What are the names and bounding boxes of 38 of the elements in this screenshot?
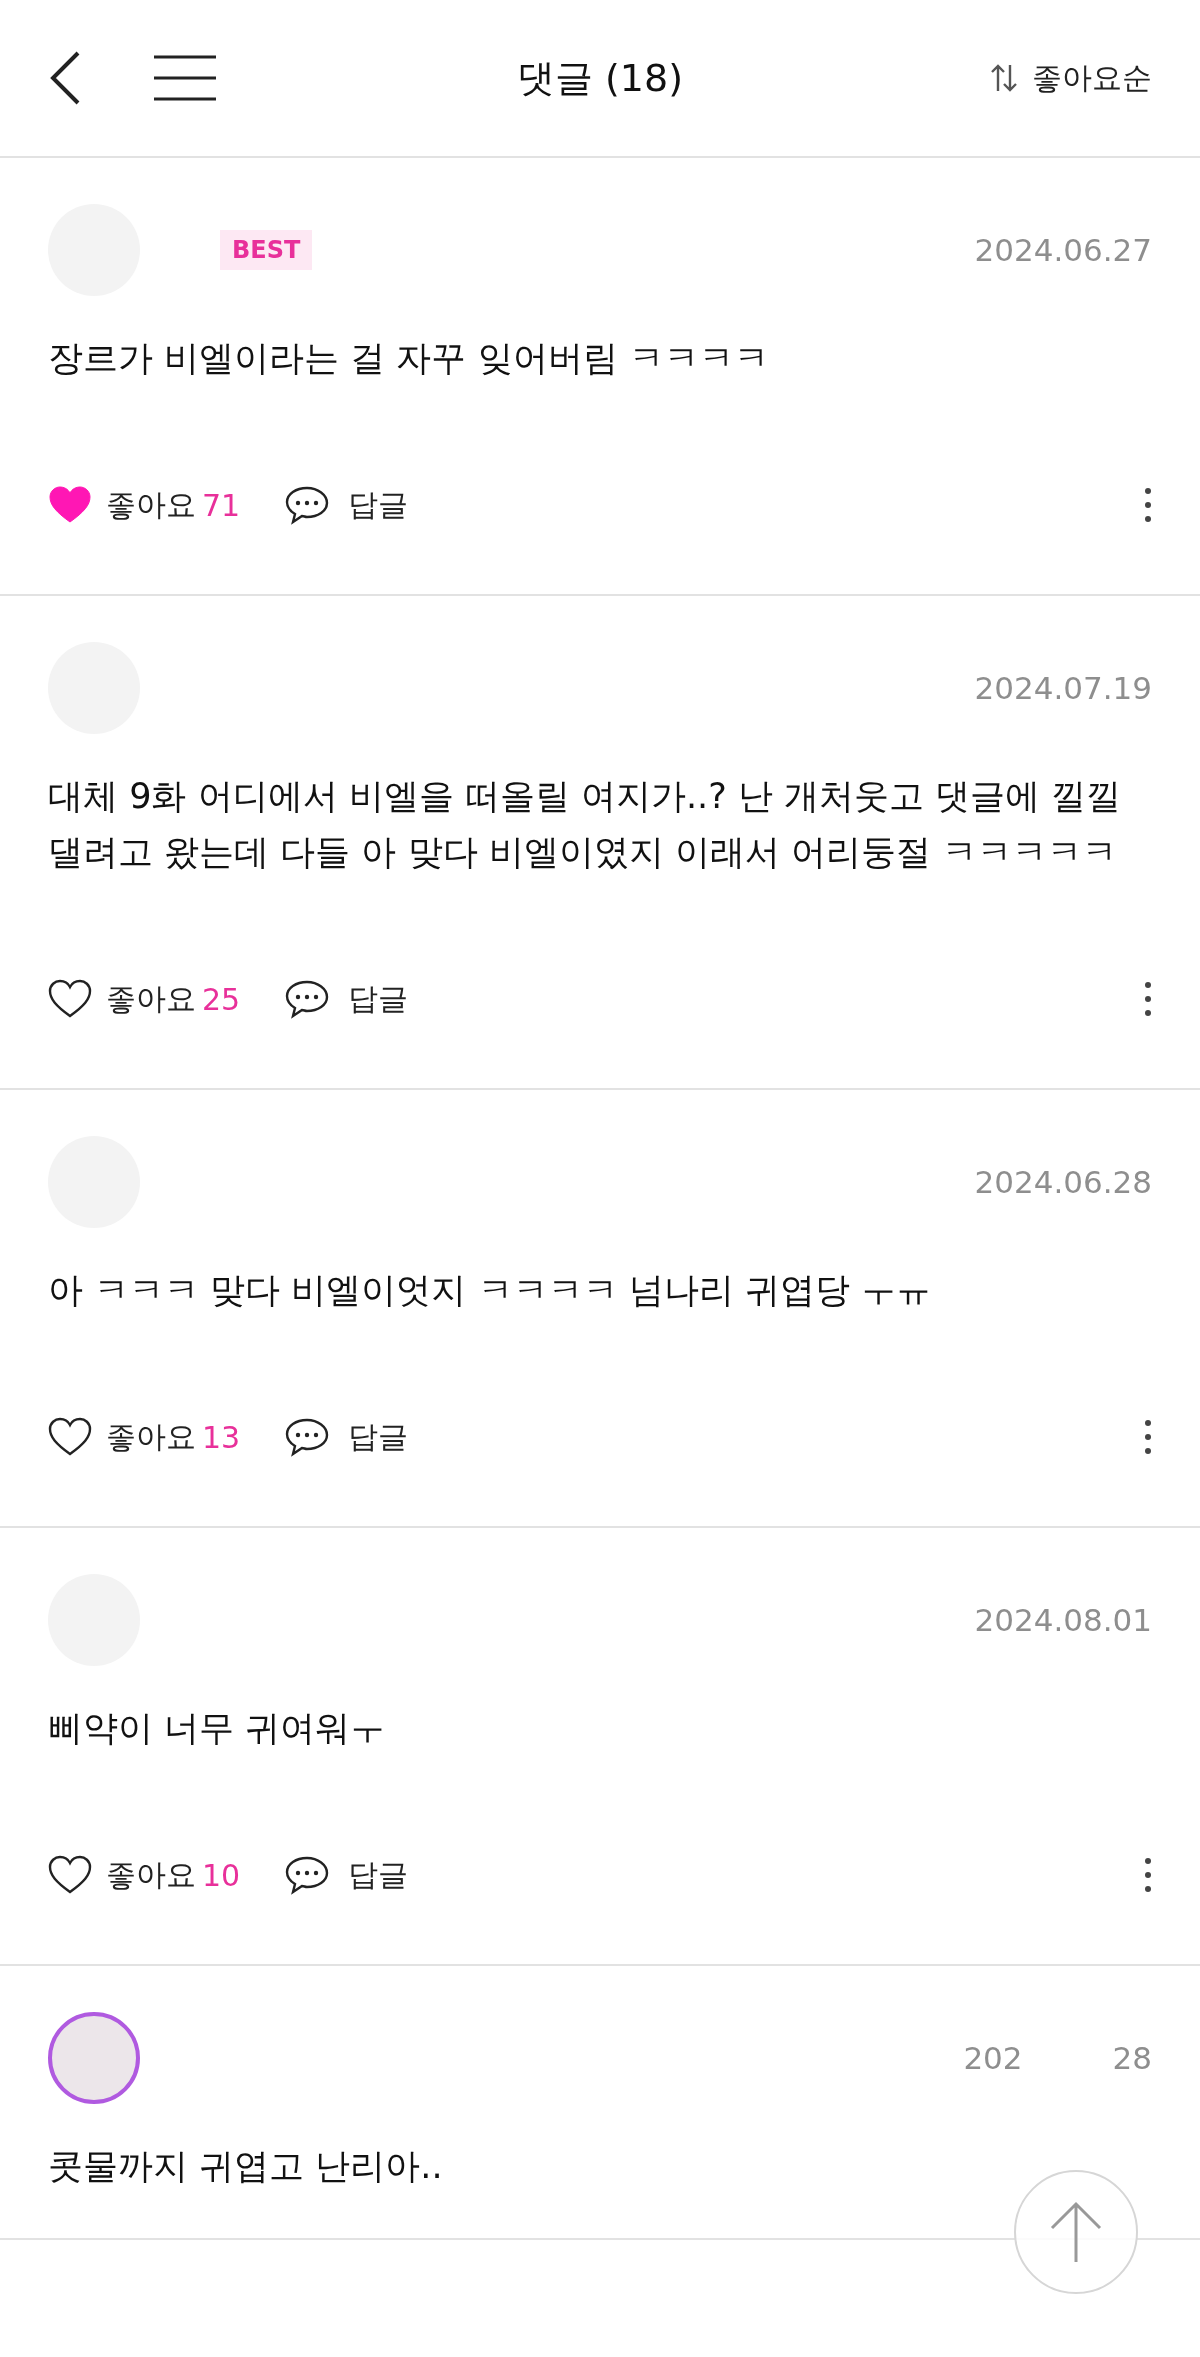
like-count: 71 <box>202 487 241 523</box>
comment-date: 2024.08.01 <box>974 1602 1152 1638</box>
sort-icon <box>990 63 1018 93</box>
comment-text: 장르가 비엘이라는 걸 자꾸 잊어버림 ㅋㅋㅋㅋ <box>48 337 769 380</box>
arrow-up-icon <box>1048 2200 1104 2264</box>
speech-bubble-icon <box>284 979 331 1019</box>
comment-text: 삐약이 너무 귀여워ㅜ <box>48 1707 386 1750</box>
comment-date: 28 <box>1112 2040 1152 2076</box>
comment-date: 2024.06.28 <box>974 1164 1152 1200</box>
reply-button[interactable]: 답글 <box>284 1416 409 1458</box>
comment-date: 2024.07.19 <box>974 670 1152 706</box>
speech-bubble-icon <box>284 1855 331 1895</box>
like-count: 13 <box>202 1419 241 1455</box>
like-button[interactable]: 좋아요 <box>48 1416 196 1458</box>
like-count: 10 <box>202 1857 241 1893</box>
best-badge: BEST <box>220 230 313 270</box>
reply-button[interactable]: 답글 <box>284 978 409 1020</box>
comment-date: 202 <box>963 2040 1023 2076</box>
like-button[interactable]: 좋아요 <box>48 484 196 526</box>
back-icon[interactable] <box>48 51 82 105</box>
comment-text: 콧물까지 귀엽고 난리아.. <box>48 2145 443 2188</box>
like-button[interactable]: 좋아요 <box>48 978 196 1020</box>
like-count: 25 <box>202 981 241 1017</box>
page-title: 댓글 (18) <box>516 55 684 100</box>
more-icon[interactable] <box>1144 1857 1152 1893</box>
comment-text: 대체 9화 어디에서 비엘을 떠올릴 여지가..? 난 개처웃고 댓글에 낄낄댈려고 왔는데 다들 아 맞다 비엘이였지 이래서 어리둥절 ㅋㅋㅋㅋㅋ <box>48 775 1123 874</box>
speech-bubble-icon <box>284 1417 331 1457</box>
more-icon[interactable] <box>1144 1419 1152 1455</box>
more-icon[interactable] <box>1144 981 1152 1017</box>
menu-icon[interactable] <box>154 55 216 101</box>
comment-date: 2024.06.27 <box>974 232 1152 268</box>
sort-button[interactable]: 좋아요순 <box>990 57 1152 99</box>
comment-text: 아 ㅋㅋㅋ 맞다 비엘이엇지 ㅋㅋㅋㅋ 넘나리 귀엽당 ㅜㅠ <box>48 1269 931 1312</box>
more-icon[interactable] <box>1144 487 1152 523</box>
reply-button[interactable]: 답글 <box>284 484 409 526</box>
like-button[interactable]: 좋아요 <box>48 1854 196 1896</box>
reply-button[interactable]: 답글 <box>284 1854 409 1896</box>
speech-bubble-icon <box>284 485 331 525</box>
